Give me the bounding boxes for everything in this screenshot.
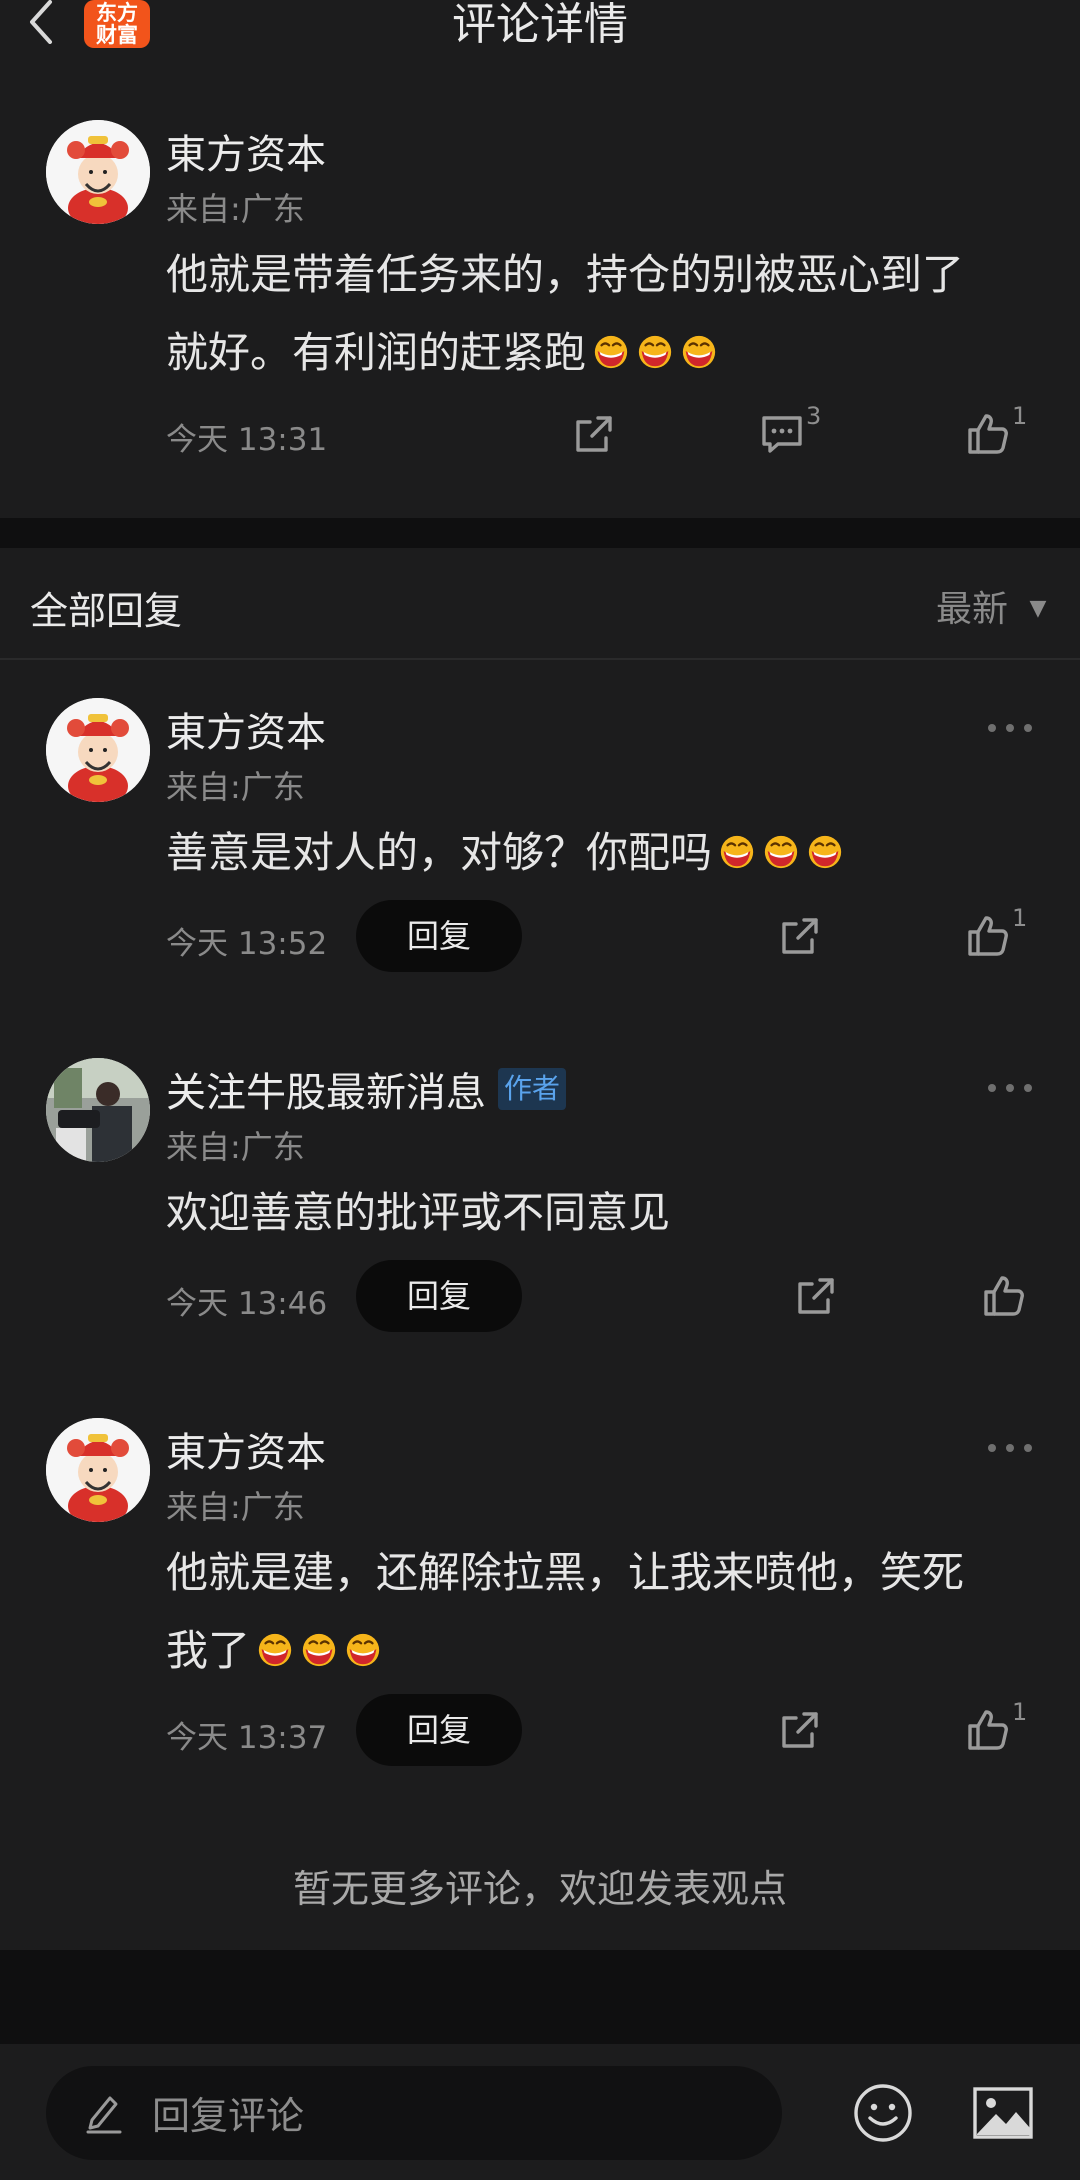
reply-text-line: 他就是建，还解除拉黑，让我来喷他，笑死 <box>166 1548 965 1597</box>
reply-text-fragment: 善意是对人的，对够？你配吗 <box>166 828 713 877</box>
like-count: 1 <box>1012 1698 1028 1726</box>
laughing-emoji-icon <box>592 333 630 371</box>
reply-button[interactable]: 回复 <box>356 1260 522 1332</box>
reply-time: 今天 13:52 <box>166 926 328 962</box>
reply-text-line: 欢迎善意的批评或不同意见 <box>166 1188 671 1237</box>
chevron-down-icon: ▼ <box>1029 596 1047 621</box>
reply-button[interactable]: 回复 <box>356 900 522 972</box>
comment-username[interactable]: 東方资本 <box>166 122 326 180</box>
laughing-emoji-icon <box>762 833 800 871</box>
avatar[interactable] <box>46 120 150 224</box>
reply-location: 来自:广东 <box>166 768 305 806</box>
reply-text: 欢迎善意的批评或不同意见 <box>166 1174 1046 1252</box>
more-icon[interactable] <box>986 1082 1034 1094</box>
page-title: 评论详情 <box>452 0 628 50</box>
avatar[interactable] <box>46 1418 150 1522</box>
comment-count: 3 <box>806 402 822 430</box>
reply-username[interactable]: 東方资本 <box>166 700 326 758</box>
laughing-emoji-icon <box>300 1631 338 1669</box>
reply-username[interactable]: 关注牛股最新消息 <box>166 1060 486 1118</box>
laughing-emoji-icon <box>636 333 674 371</box>
reply-time: 今天 13:37 <box>166 1720 328 1756</box>
like-icon[interactable] <box>964 912 1012 960</box>
sort-dropdown[interactable]: 最新 ▼ <box>936 580 1046 632</box>
laughing-emoji-icon <box>344 1631 382 1669</box>
comment-text-line: 他就是带着任务来的，持仓的别被恶心到了 <box>166 250 965 299</box>
reply-header: 关注牛股最新消息 作者 <box>166 1060 567 1118</box>
more-icon[interactable] <box>986 1442 1034 1454</box>
author-badge: 作者 <box>498 1068 567 1110</box>
like-icon[interactable] <box>980 1272 1028 1320</box>
reply-time: 今天 13:46 <box>166 1286 328 1322</box>
avatar[interactable] <box>46 698 150 802</box>
reply-text-line: 善意是对人的，对够？你配吗 <box>166 814 1046 892</box>
sort-label: 最新 <box>936 589 1009 630</box>
share-icon[interactable] <box>776 1706 824 1754</box>
reply-input-placeholder: 回复评论 <box>152 2094 305 2138</box>
comment-location: 来自:广东 <box>166 190 305 228</box>
reply-username[interactable]: 東方资本 <box>166 1420 326 1478</box>
comment-text: 他就是带着任务来的，持仓的别被恶心到了 就好。有利润的赶紧跑 <box>166 236 1046 392</box>
laughing-emoji-icon <box>680 333 718 371</box>
like-count: 1 <box>1012 904 1028 932</box>
share-icon[interactable] <box>776 912 824 960</box>
avatar[interactable] <box>46 1058 150 1162</box>
reply-text-fragment: 我了 <box>166 1626 251 1675</box>
comment-text-fragment: 就好。有利润的赶紧跑 <box>166 328 587 377</box>
image-icon[interactable] <box>972 2084 1034 2142</box>
reply-text: 善意是对人的，对够？你配吗 <box>166 814 1046 892</box>
like-icon[interactable] <box>964 1706 1012 1754</box>
comment-icon[interactable] <box>758 410 806 458</box>
comment-text-line: 就好。有利润的赶紧跑 <box>166 314 1046 392</box>
share-icon[interactable] <box>792 1272 840 1320</box>
reply-text-line: 我了 <box>166 1612 1046 1690</box>
no-more-comments-note: 暂无更多评论，欢迎发表观点 <box>292 1867 787 1911</box>
reply-location: 来自:广东 <box>166 1488 305 1526</box>
like-count: 1 <box>1012 402 1028 430</box>
share-icon[interactable] <box>570 410 618 458</box>
reply-location: 来自:广东 <box>166 1128 305 1166</box>
laughing-emoji-icon <box>718 833 756 871</box>
emoji-icon[interactable] <box>852 2082 914 2144</box>
divider <box>0 658 1080 660</box>
more-icon[interactable] <box>986 722 1034 734</box>
reply-button[interactable]: 回复 <box>356 1694 522 1766</box>
pencil-icon <box>84 2090 124 2134</box>
laughing-emoji-icon <box>256 1631 294 1669</box>
reply-text: 他就是建，还解除拉黑，让我来喷他，笑死 我了 <box>166 1534 1046 1690</box>
comment-time: 今天 13:31 <box>166 422 328 458</box>
replies-section-title: 全部回复 <box>30 589 183 633</box>
like-icon[interactable] <box>964 410 1012 458</box>
laughing-emoji-icon <box>806 833 844 871</box>
